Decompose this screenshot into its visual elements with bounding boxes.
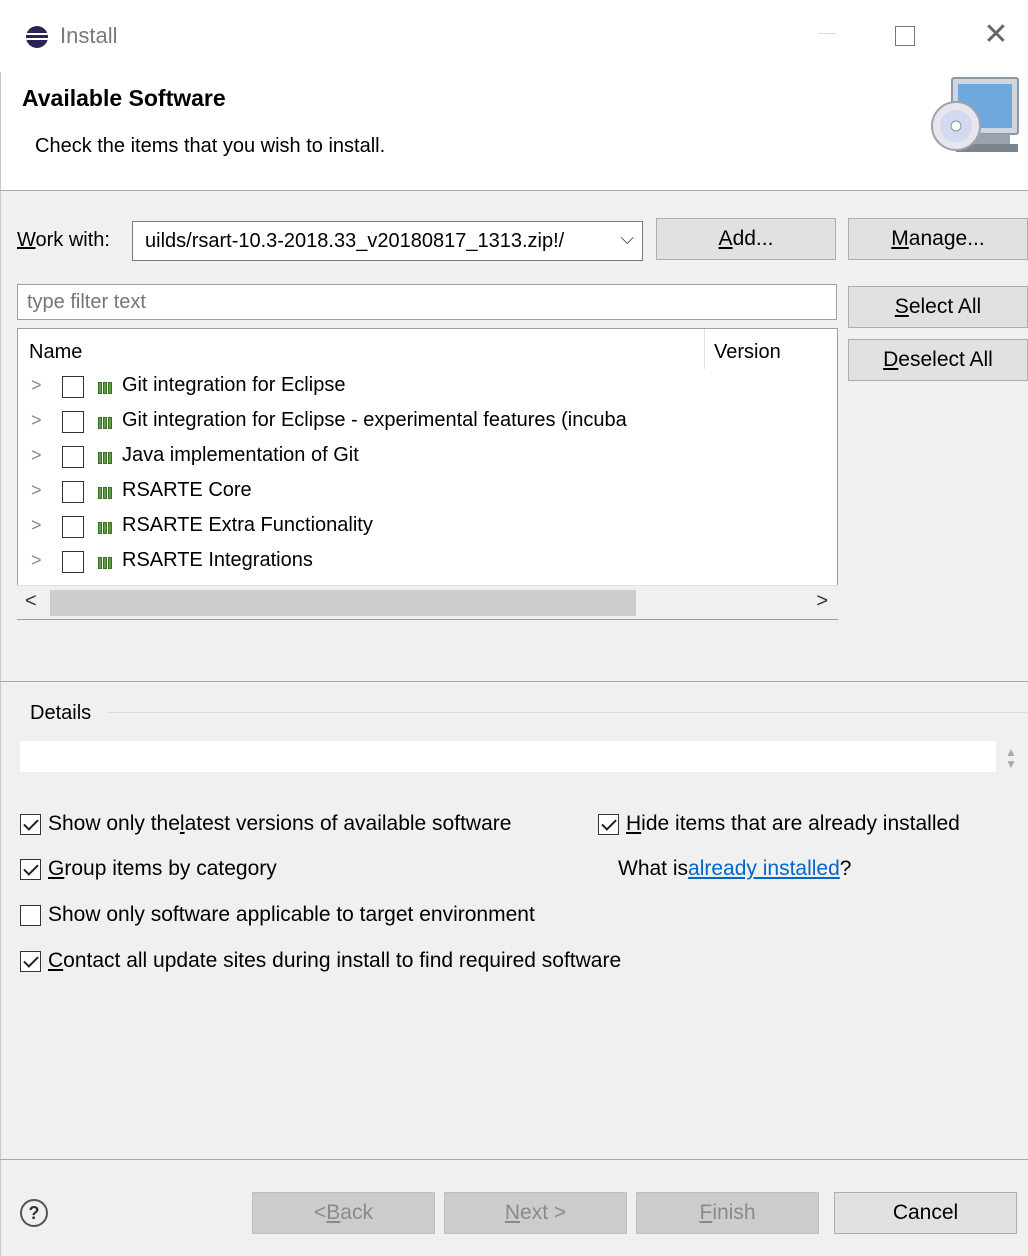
window-title: Install [60,23,118,48]
tree-row[interactable]: > RSARTE Integrations [18,546,837,581]
feature-icon [98,382,114,394]
work-with-value: uilds/rsart-10.3-2018.33_v20180817_1313.… [145,230,565,252]
page-description: Check the items that you wish to install… [35,135,386,157]
expand-chevron-icon[interactable]: > [31,445,42,466]
finish-button[interactable]: Finish [636,1192,819,1234]
show-latest-versions-option[interactable]: Show only the l atest versions of availab… [20,812,511,836]
deselect-all-button[interactable]: Deselect All [848,339,1028,381]
row-label: Git integration for Eclipse [122,374,346,396]
row-label: RSARTE Core [122,479,252,501]
tree-row[interactable]: > Git integration for Eclipse - experime… [18,406,837,441]
details-text-area[interactable] [20,741,996,772]
scrollbar-thumb[interactable] [50,590,636,616]
column-header-name[interactable]: Name [29,341,82,364]
target-environment-checkbox[interactable] [20,904,41,926]
contact-update-sites-checkbox[interactable] [20,950,41,972]
details-scroll-icon[interactable]: ▲ ▼ [1001,746,1021,772]
column-separator[interactable] [704,329,705,369]
horizontal-scrollbar[interactable]: < > [17,585,838,619]
cancel-button[interactable]: Cancel [834,1192,1017,1234]
work-with-combo[interactable]: uilds/rsart-10.3-2018.33_v20180817_1313.… [132,221,643,261]
row-label: RSARTE Integrations [122,549,313,571]
row-label: Git integration for Eclipse - experiment… [122,409,627,431]
details-label: Details [30,702,92,724]
title-bar [0,0,1028,72]
expand-chevron-icon[interactable]: > [31,480,42,501]
chevron-down-icon[interactable]: ⌵ [620,228,634,249]
row-checkbox[interactable] [62,446,84,468]
what-is-installed-text: What is already installed? [618,857,852,881]
tree-row[interactable]: > Java implementation of Git [18,441,837,476]
expand-chevron-icon[interactable]: > [31,515,42,536]
row-checkbox[interactable] [62,481,84,503]
install-computer-icon [931,77,1019,152]
row-checkbox[interactable] [62,411,84,433]
show-latest-versions-checkbox[interactable] [20,813,41,835]
feature-icon [98,487,114,499]
eclipse-logo-icon [26,26,48,48]
filter-input[interactable] [17,284,837,320]
section-divider [0,681,1028,682]
scroll-left-arrow-icon[interactable]: < [25,590,37,613]
tree-row[interactable]: > Git integration for Eclipse [18,371,837,406]
tree-row[interactable]: > RSARTE Core [18,476,837,511]
group-by-category-option[interactable]: Group items by category [20,857,277,881]
details-group-border [108,712,1028,713]
contact-update-sites-option[interactable]: Contact all update sites during install … [20,949,621,973]
feature-icon [98,557,114,569]
scroll-right-arrow-icon[interactable]: > [816,590,828,613]
close-button[interactable]: ✕ [982,20,1010,50]
expand-chevron-icon[interactable]: > [31,410,42,431]
hide-installed-checkbox[interactable] [598,813,619,835]
page-title: Available Software [22,85,226,111]
minimize-icon [818,33,836,34]
feature-icon [98,452,114,464]
add-button[interactable]: Add... [656,218,836,260]
row-checkbox[interactable] [62,516,84,538]
already-installed-link[interactable]: already installed [688,857,840,881]
row-label: Java implementation of Git [122,444,359,466]
group-by-category-checkbox[interactable] [20,858,41,880]
feature-icon [98,417,114,429]
expand-chevron-icon[interactable]: > [31,550,42,571]
hide-installed-option[interactable]: Hide items that are already installed [598,812,960,836]
column-header-version[interactable]: Version [714,341,781,364]
tree-row[interactable]: > RSARTE Extra Functionality [18,511,837,546]
select-all-button[interactable]: Select All [848,286,1028,328]
target-environment-option[interactable]: Show only software applicable to target … [20,903,535,927]
help-icon[interactable]: ? [20,1199,48,1227]
feature-icon [98,522,114,534]
row-checkbox[interactable] [62,551,84,573]
work-with-label: Work with: [17,229,110,251]
footer-divider [0,1159,1028,1160]
back-button[interactable]: < Back [252,1192,435,1234]
row-checkbox[interactable] [62,376,84,398]
expand-chevron-icon[interactable]: > [31,375,42,396]
manage-button[interactable]: Manage... [848,218,1028,260]
maximize-button[interactable] [895,26,915,46]
row-label: RSARTE Extra Functionality [122,514,373,536]
software-tree[interactable]: Name Version > Git integration for Eclip… [17,328,838,620]
next-button[interactable]: Next > [444,1192,627,1234]
